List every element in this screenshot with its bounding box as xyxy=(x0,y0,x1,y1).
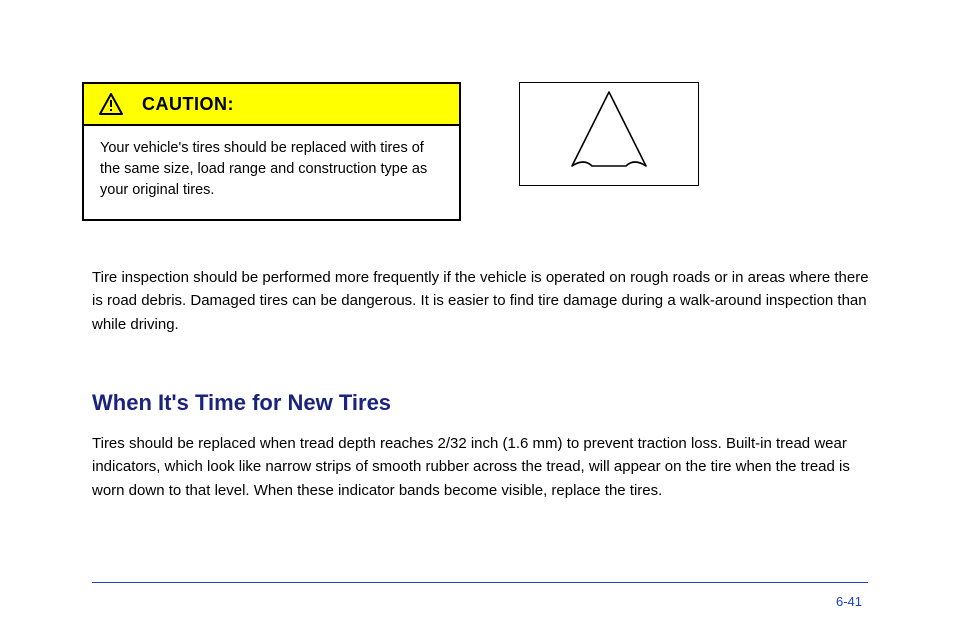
footer-divider xyxy=(92,582,868,583)
page-number: 6-41 xyxy=(836,594,862,609)
caution-box: CAUTION: Your vehicle's tires should be … xyxy=(82,82,461,221)
caution-body-text: Your vehicle's tires should be replaced … xyxy=(84,126,459,219)
caution-title: CAUTION: xyxy=(142,94,234,115)
paragraph-replace: Tires should be replaced when tread dept… xyxy=(92,432,872,502)
tread-indicator-icon xyxy=(554,88,664,180)
tread-indicator-figure xyxy=(519,82,699,186)
section-heading: When It's Time for New Tires xyxy=(92,390,391,416)
paragraph-inspection: Tire inspection should be performed more… xyxy=(92,266,872,336)
caution-header: CAUTION: xyxy=(84,84,459,126)
warning-triangle-icon xyxy=(98,92,124,116)
